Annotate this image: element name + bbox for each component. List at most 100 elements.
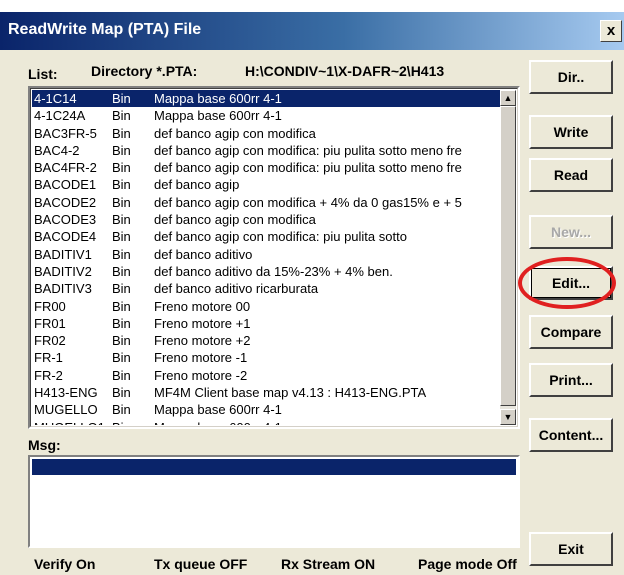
file-description: def banco agip con modifica — [154, 125, 316, 141]
compare-button[interactable]: Compare — [529, 315, 613, 349]
file-name: FR-2 — [34, 367, 63, 383]
file-type: Bin — [112, 125, 131, 141]
file-name: 4-1C24A — [34, 108, 86, 124]
file-list-item[interactable]: BADITIV2 Bin def banco aditivo da 15%-23% … — [32, 263, 500, 280]
exit-button[interactable]: Exit — [529, 532, 613, 566]
write-button[interactable]: Write — [529, 115, 613, 149]
file-list-item[interactable]: BADITIV1 Bin def banco aditivo — [32, 246, 500, 263]
file-list-item[interactable]: FR00 Bin Freno motore 00 — [32, 298, 500, 315]
window-title: ReadWrite Map (PTA) File — [8, 21, 202, 38]
list-label: List: — [28, 66, 58, 82]
file-list-item[interactable]: BAC4-2 Bin def banco agip con modifica: pi… — [32, 142, 500, 159]
file-list-item[interactable]: FR01 Bin Freno motore +1 — [32, 315, 500, 332]
file-type: Bin — [112, 160, 131, 176]
dir-button[interactable]: Dir.. — [529, 60, 613, 94]
file-name: MUGELLO — [34, 402, 98, 418]
file-description: Freno motore -1 — [154, 350, 248, 366]
directory-path: H:\CONDIV~1\X-DAFR~2\H413 — [245, 63, 445, 79]
file-list-item[interactable]: 4-1C24A Bin Mappa base 600rr 4-1 — [32, 107, 500, 124]
file-description: Mappa base 600rr 4-1 — [154, 108, 282, 124]
file-name: BACODE3 — [34, 212, 97, 228]
file-listbox[interactable]: 4-1C14 Bin Mappa base 600rr 4-1 4-1C24A Bin M… — [28, 86, 520, 429]
file-name: BACODE2 — [34, 194, 97, 210]
file-type: Bin — [112, 91, 131, 106]
file-name: 4-1C14 — [34, 91, 77, 106]
file-description: def banco agip con modifica + 4% da 0 ga… — [154, 194, 462, 210]
file-description: Mappa base 600rr 4-1 — [154, 419, 282, 425]
scroll-thumb[interactable] — [500, 106, 516, 406]
file-list-item[interactable]: BAC3FR-5 Bin def banco agip con modifica — [32, 125, 500, 142]
message-selected-line — [32, 459, 516, 475]
close-button[interactable]: x — [600, 20, 622, 42]
file-list-item[interactable]: BAC4FR-2 Bin def banco agip con modifica: … — [32, 159, 500, 176]
print-button[interactable]: Print... — [529, 363, 613, 397]
file-description: def banco aditivo da 15%-23% + 4% ben. — [154, 263, 393, 279]
file-list-item[interactable]: BACODE1 Bin def banco agip — [32, 176, 500, 193]
file-name: FR00 — [34, 298, 66, 314]
file-type: Bin — [112, 246, 131, 262]
file-type: Bin — [112, 177, 131, 193]
file-name: FR01 — [34, 315, 66, 331]
directory-label: Directory *.PTA: — [91, 63, 198, 79]
file-description: Freno motore +1 — [154, 315, 251, 331]
file-name: FR-1 — [34, 350, 63, 366]
file-description: Freno motore -2 — [154, 367, 248, 383]
file-type: Bin — [112, 298, 131, 314]
readwrite-map-window: ReadWrite Map (PTA) File x List: Directo… — [0, 12, 624, 575]
file-type: Bin — [112, 402, 131, 418]
file-type: Bin — [112, 333, 131, 349]
status-verify: Verify On — [34, 556, 96, 572]
file-name: MUGELLO1 — [34, 419, 105, 425]
file-list-item[interactable]: FR02 Bin Freno motore +2 — [32, 332, 500, 349]
file-type: Bin — [112, 367, 131, 383]
edit-button[interactable]: Edit... — [529, 266, 613, 300]
file-list-item[interactable]: MUGELLO1 Bin Mappa base 600rr 4-1 — [32, 419, 500, 425]
scroll-up-icon[interactable]: ▲ — [500, 90, 516, 106]
file-description: Mappa base 600rr 4-1 — [154, 91, 282, 106]
file-description: def banco agip con modifica — [154, 212, 316, 228]
file-type: Bin — [112, 281, 131, 297]
status-page-mode: Page mode Off — [418, 556, 517, 572]
file-description: Freno motore 00 — [154, 298, 251, 314]
file-list-item[interactable]: 4-1C14 Bin Mappa base 600rr 4-1 — [32, 90, 500, 108]
status-rx-stream: Rx Stream ON — [281, 556, 376, 572]
file-type: Bin — [112, 212, 131, 228]
file-name: BAC3FR-5 — [34, 125, 97, 141]
file-type: Bin — [112, 385, 131, 401]
file-description: Mappa base 600rr 4-1 — [154, 402, 282, 418]
new-button[interactable]: New... — [529, 215, 613, 249]
file-type: Bin — [112, 263, 131, 279]
file-description: def banco agip con modifica: piu pulita … — [154, 142, 462, 158]
file-list-item[interactable]: FR-2 Bin Freno motore -2 — [32, 367, 500, 384]
file-list-item[interactable]: BACODE4 Bin def banco agip con modifica: p… — [32, 228, 500, 245]
file-description: Freno motore +2 — [154, 333, 251, 349]
file-type: Bin — [112, 350, 131, 366]
file-description: def banco aditivo — [154, 246, 253, 262]
content-button[interactable]: Content... — [529, 418, 613, 452]
status-tx-queue: Tx queue OFF — [154, 556, 248, 572]
file-name: BACODE1 — [34, 177, 97, 193]
file-list-item[interactable]: H413-ENG Bin MF4M Client base map v4.13 : … — [32, 384, 500, 401]
file-name: BADITIV2 — [34, 263, 92, 279]
title-bar[interactable]: ReadWrite Map (PTA) File x — [0, 12, 624, 50]
file-list-item[interactable]: BACODE2 Bin def banco agip con modifica + … — [32, 194, 500, 211]
list-scrollbar[interactable]: ▲ ▼ — [500, 90, 516, 425]
file-type: Bin — [112, 108, 131, 124]
scroll-down-icon[interactable]: ▼ — [500, 409, 516, 425]
file-type: Bin — [112, 142, 131, 158]
file-description: def banco aditivo ricarburata — [154, 281, 319, 297]
file-name: BADITIV1 — [34, 246, 92, 262]
file-name: FR02 — [34, 333, 66, 349]
file-list-item[interactable]: BADITIV3 Bin def banco aditivo ricarburata — [32, 280, 500, 297]
file-description: def banco agip — [154, 177, 240, 193]
msg-label: Msg: — [28, 437, 61, 453]
file-list-item[interactable]: BACODE3 Bin def banco agip con modifica — [32, 211, 500, 228]
file-type: Bin — [112, 194, 131, 210]
file-list-item[interactable]: FR-1 Bin Freno motore -1 — [32, 349, 500, 366]
file-type: Bin — [112, 419, 131, 425]
file-description: def banco agip con modifica: piu pulita … — [154, 229, 407, 245]
file-list: 4-1C14 Bin Mappa base 600rr 4-1 4-1C24A Bin M… — [32, 90, 500, 425]
file-list-item[interactable]: MUGELLO Bin Mappa base 600rr 4-1 — [32, 401, 500, 418]
read-button[interactable]: Read — [529, 158, 613, 192]
message-box[interactable] — [28, 455, 520, 548]
